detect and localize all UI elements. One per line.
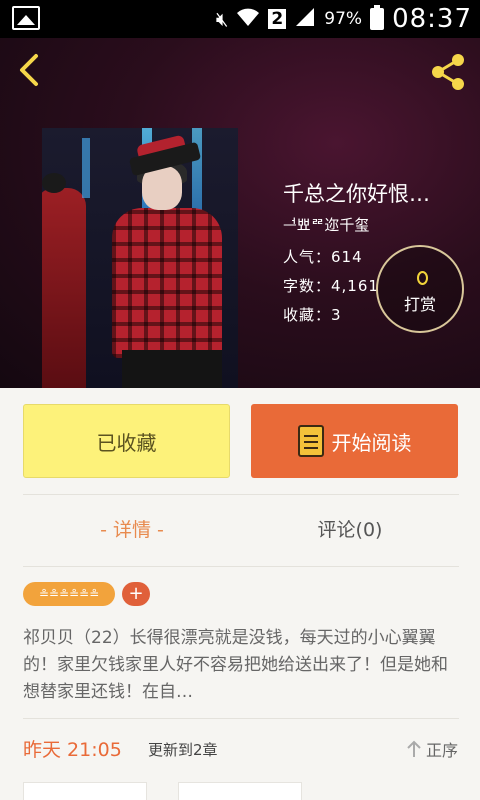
start-reading-label: 开始阅读 (331, 430, 412, 455)
share-button[interactable] (426, 50, 470, 94)
sort-order-button[interactable]: 正序 (406, 737, 458, 761)
book-icon (297, 425, 324, 457)
divider (23, 566, 459, 567)
start-reading-button[interactable]: 开始阅读 (251, 404, 458, 478)
mute-icon: 🔇︎ (215, 7, 229, 31)
add-tag-button[interactable]: + (122, 582, 150, 606)
book-cover-image[interactable] (42, 128, 238, 388)
word-count-stat: 字数：4,161 (283, 277, 379, 295)
divider (23, 494, 459, 495)
sort-order-label: 正序 (425, 741, 458, 760)
back-button[interactable] (10, 50, 50, 90)
share-icon (432, 54, 464, 90)
gallery-notification-icon (12, 6, 40, 30)
reward-label: 打赏 (403, 295, 436, 314)
popularity-stat: 人气：614 (283, 248, 363, 266)
signal-icon (294, 6, 316, 33)
chapter-card[interactable] (178, 782, 302, 800)
sim-badge: 2 (268, 9, 287, 29)
battery-icon (370, 5, 385, 30)
collected-button[interactable]: 已收藏 (23, 404, 230, 478)
reward-button[interactable]: 打赏 (376, 245, 464, 333)
tab-details[interactable]: - 详情 - (23, 515, 241, 542)
book-header (0, 38, 480, 388)
arrow-up-icon (407, 740, 421, 757)
synopsis-text[interactable]: 祁贝贝（22）长得很漂亮就是没钱，每天过的小心翼翼的！家里欠钱家里人好不容易把她… (23, 625, 459, 706)
book-title: 千总之你好恨… (283, 182, 430, 206)
status-bar: 🔇︎ 2 97% 08:37 (0, 0, 480, 38)
clock: 08:37 (392, 4, 472, 34)
wifi-icon (236, 6, 260, 33)
book-author[interactable]: ᅼ뾰ᄙ迩千玺 (283, 214, 369, 235)
favorites-stat: 收藏：3 (283, 306, 342, 324)
update-time: 昨天 21:05 (23, 739, 122, 761)
coin-icon (417, 271, 428, 285)
collected-label: 已收藏 (96, 430, 157, 455)
chevron-left-icon (20, 54, 38, 86)
update-chapter: 更新到2章 (148, 741, 218, 759)
chapter-card[interactable] (23, 782, 147, 800)
tab-comments[interactable]: 评论(0) (241, 515, 459, 542)
status-icons: 🔇︎ 2 97% 08:37 (216, 4, 472, 34)
tag-badge[interactable]: ≗≗≗≗≗≗ (23, 582, 115, 606)
divider (23, 718, 459, 719)
battery-percent: 97% (324, 9, 363, 29)
